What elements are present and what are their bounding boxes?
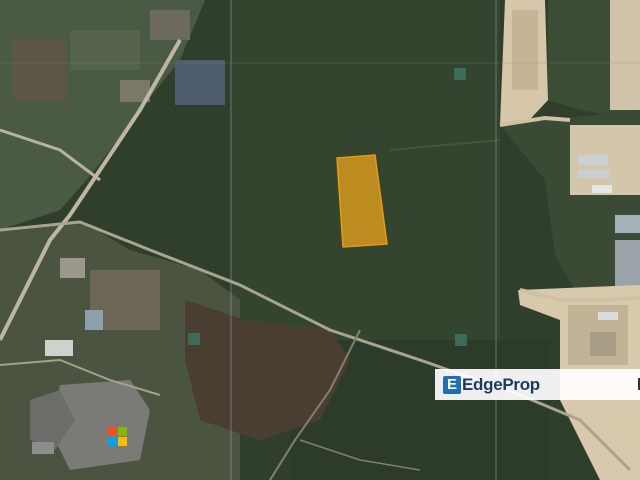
building-cluster (60, 258, 85, 278)
building-cluster (150, 10, 190, 40)
map-imagery (0, 0, 640, 480)
map-marker (455, 334, 467, 346)
structure (590, 332, 616, 356)
edgeprop-e-icon: E (443, 375, 461, 394)
farm-plot (12, 40, 67, 100)
building-roofs-blue (175, 60, 225, 105)
construction-strip (610, 0, 640, 110)
structure-roof (598, 312, 618, 320)
map-marker (188, 333, 200, 345)
building-white (45, 340, 73, 356)
edgeprop-brand: EdgeProp (462, 374, 540, 394)
warehouse-roof-large (615, 240, 640, 288)
warehouse-roof (615, 215, 640, 233)
building-roof (32, 442, 54, 454)
warehouse-roof (578, 155, 608, 165)
residential-block (70, 30, 140, 70)
edgeprop-logo: E EdgeProp (443, 375, 540, 395)
edgeprop-watermark: E EdgeProp (435, 369, 640, 400)
warehouse-roof (578, 170, 610, 178)
map-marker (454, 68, 466, 80)
site-road (512, 10, 538, 90)
warehouse-roof (592, 185, 612, 193)
building-roof (85, 310, 103, 330)
satellite-map[interactable]: E EdgeProp (0, 0, 640, 480)
microsoft-logo-icon (108, 427, 127, 446)
